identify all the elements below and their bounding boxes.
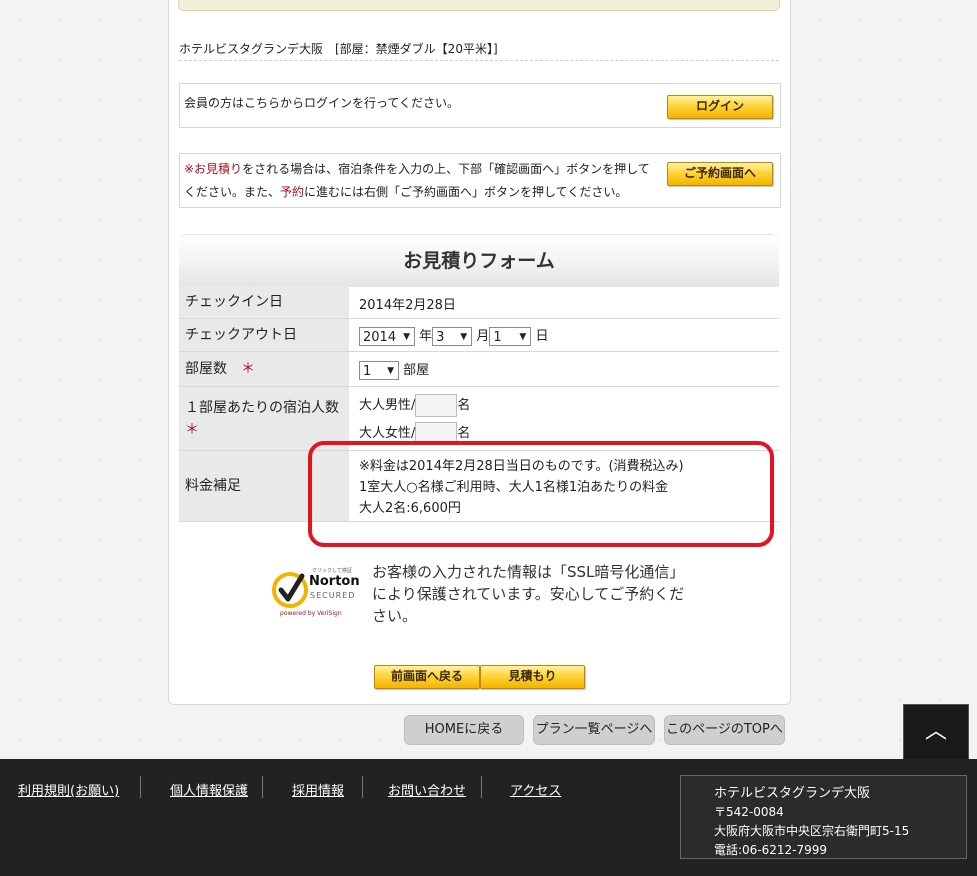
back-button[interactable]: 前画面へ戻る <box>374 665 480 689</box>
top-notice-bar <box>178 0 780 11</box>
checkin-row: チェックイン日 2014年2月28日 <box>179 286 779 319</box>
home-button[interactable]: HOMEに戻る <box>404 715 524 745</box>
female-count-input[interactable] <box>415 422 458 445</box>
rooms-label-text: 部屋数 <box>185 361 227 377</box>
guests-label: １部屋あたりの宿泊人数 ＊ <box>179 387 349 450</box>
male-field: 大人男性/名 <box>359 394 470 417</box>
footer-address: 大阪府大阪市中央区宗右衛門町5-15 <box>714 824 910 838</box>
day-unit: 日 <box>535 329 549 344</box>
login-message: 会員の方はこちらからログインを行ってください。 <box>184 96 460 110</box>
rooms-label: 部屋数 ＊ <box>179 352 349 386</box>
rooms-value: 1 <box>363 364 372 379</box>
notice-message: ※お見積りをされる場合は、宿泊条件を入力の上、下部「確認画面へ」ボタンを押してく… <box>184 158 660 204</box>
footer-link-access[interactable]: アクセス <box>510 780 561 799</box>
norton-secured: SECURED <box>310 591 356 600</box>
checkin-value: 2014年2月28日 <box>359 298 456 313</box>
footer-tel: 電話:06-6212-7999 <box>714 843 828 857</box>
footer-link-recruit[interactable]: 採用情報 <box>292 780 344 799</box>
female-field: 大人女性/名 <box>359 422 470 445</box>
checkin-label: チェックイン日 <box>179 286 349 318</box>
footer-link-privacy[interactable]: 個人情報保護 <box>170 780 248 799</box>
footer-divider <box>262 776 263 798</box>
footer-zip: 〒542-0084 <box>714 805 784 819</box>
person-unit: 名 <box>457 398 471 413</box>
ssl-notice: お客様の入力された情報は「SSL暗号化通信」により保護されています。安心してご予… <box>372 563 685 625</box>
checkout-day-select[interactable]: 1 ▼ <box>489 327 532 346</box>
guests-label-text: １部屋あたりの宿泊人数 <box>185 400 339 416</box>
chevron-down-icon: ▼ <box>519 332 527 342</box>
footer-divider <box>362 776 363 798</box>
guests-row: １部屋あたりの宿泊人数 ＊ 大人男性/名 大人女性/名 <box>179 387 779 451</box>
plan-list-button[interactable]: プラン一覧ページへ <box>533 715 655 745</box>
checkout-year-value: 2014 <box>363 330 397 345</box>
checkout-month-select[interactable]: 3 ▼ <box>432 327 473 346</box>
hotel-room-line: ホテルビスタグランデ大阪 [部屋：禁煙ダブル【20平米】] <box>179 40 779 61</box>
fee-line-3: 大人2名:6,600円 <box>359 501 461 516</box>
footer-divider <box>481 776 482 798</box>
chevron-up-icon: ︿ <box>924 719 947 744</box>
checkout-fields: 2014 ▼ 年 3 ▼ 月 1 ▼ 日 <box>359 325 548 346</box>
footer-address-box: ホテルビスタグランデ大阪 〒542-0084 大阪府大阪市中央区宗右衛門町5-1… <box>680 775 967 859</box>
chevron-down-icon: ▼ <box>387 366 394 376</box>
fee-line-1: ※料金は2014年2月28日当日のものです。(消費税込み) <box>359 459 684 474</box>
person-unit: 名 <box>457 426 471 441</box>
fee-label: 料金補足 <box>179 451 349 521</box>
form-title: お見積りフォーム <box>179 234 779 287</box>
footer-link-contact[interactable]: お問い合わせ <box>388 780 466 799</box>
chevron-down-icon: ▼ <box>460 332 468 342</box>
fee-notes: ※料金は2014年2月28日当日のものです。(消費税込み) 1室大人○名様ご利用… <box>359 456 684 519</box>
required-mark: ＊ <box>241 361 255 377</box>
year-unit: 年 <box>419 329 433 344</box>
male-count-input[interactable] <box>415 394 458 417</box>
footer-link-terms[interactable]: 利用規則(お願い) <box>18 780 119 799</box>
male-label: 大人男性/ <box>359 398 416 413</box>
reserve-screen-button[interactable]: ご予約画面へ <box>667 162 773 186</box>
footer-divider <box>140 776 141 798</box>
female-label: 大人女性/ <box>359 426 416 441</box>
month-unit: 月 <box>476 329 490 344</box>
norton-click-text: クリックして検証 <box>312 568 352 574</box>
checkout-day-value: 1 <box>493 330 502 345</box>
quote-button[interactable]: 見積もり <box>480 665 585 689</box>
estimate-notice-red: ※お見積り <box>184 162 243 176</box>
norton-brand: Norton <box>309 574 360 589</box>
required-mark: ＊ <box>185 422 199 438</box>
rooms-row: 部屋数 ＊ 1 ▼ 部屋 <box>179 352 779 387</box>
rooms-unit: 部屋 <box>403 363 430 378</box>
checkout-label: チェックアウト日 <box>179 319 349 351</box>
fee-row: 料金補足 ※料金は2014年2月28日当日のものです。(消費税込み) 1室大人○… <box>179 451 779 522</box>
norton-powered: powered by VeriSign <box>280 610 342 617</box>
page-top-button[interactable]: このページのTOPへ <box>664 715 785 745</box>
footer-hotel-name: ホテルビスタグランデ大阪 <box>714 786 871 801</box>
login-button[interactable]: ログイン <box>667 95 773 119</box>
rooms-select[interactable]: 1 ▼ <box>359 361 399 380</box>
checkout-row: チェックアウト日 2014 ▼ 年 3 ▼ 月 1 ▼ 日 <box>179 319 779 352</box>
chevron-down-icon: ▼ <box>403 332 410 342</box>
norton-seal[interactable]: クリックして検証 Norton SECURED powered by VeriS… <box>272 566 364 622</box>
checkout-month-value: 3 <box>436 330 445 345</box>
notice-text-2: に進むには右側「ご予約画面へ」ボタンを押してください。 <box>304 185 628 199</box>
checkout-year-select[interactable]: 2014 ▼ <box>359 327 415 346</box>
rooms-fields: 1 ▼ 部屋 <box>359 359 429 380</box>
scroll-top-button[interactable]: ︿ <box>903 704 969 760</box>
reserve-word-red: 予約 <box>280 185 305 199</box>
fee-line-2: 1室大人○名様ご利用時、大人1名様1泊あたりの料金 <box>359 480 669 495</box>
